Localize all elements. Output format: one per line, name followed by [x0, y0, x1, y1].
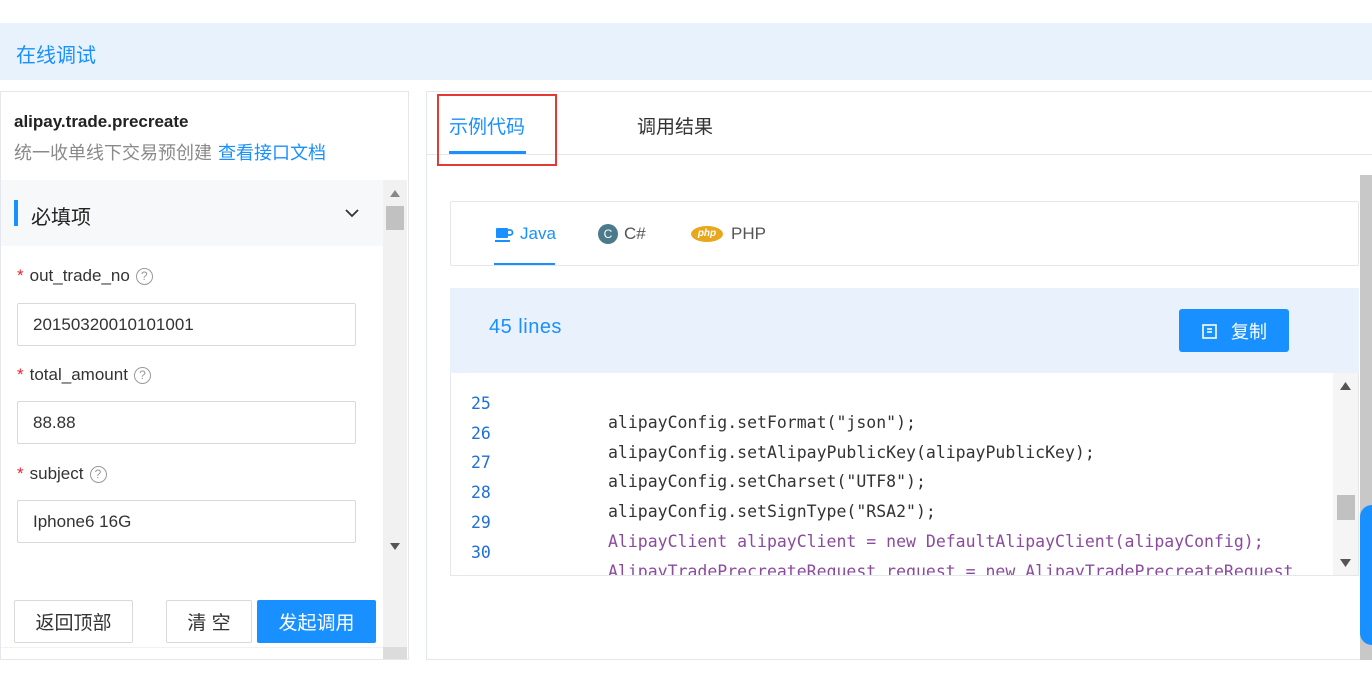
code-header: 45 lines 复制	[450, 288, 1359, 373]
code-line: 28 alipayConfig.setSignType("RSA2");	[451, 464, 936, 521]
code-line: 27 alipayConfig.setCharset("UTF8");	[451, 434, 926, 491]
scroll-up-arrow-icon[interactable]	[1340, 382, 1351, 390]
field-name: out_trade_no	[29, 266, 130, 285]
vertical-scroll-thumb[interactable]	[386, 206, 404, 230]
section-title: 必填项	[31, 207, 91, 229]
required-mark: *	[17, 464, 24, 483]
invoke-button[interactable]: 发起调用	[257, 600, 376, 643]
lang-label: PHP	[731, 224, 766, 243]
floating-side-button[interactable]	[1360, 505, 1372, 645]
code-text: AlipayClient alipayClient = new DefaultA…	[608, 532, 1264, 551]
page-title: 在线调试	[16, 45, 96, 67]
section-accent-bar	[14, 200, 18, 226]
code-text: alipayConfig.setFormat("json");	[608, 413, 916, 432]
field-name: total_amount	[29, 365, 128, 384]
highlight-box	[437, 94, 557, 166]
result-panel: 示例代码 调用结果 Java C C# php PHP 45 lines 复制 …	[426, 91, 1372, 660]
code-text: alipayConfig.setCharset("UTF8");	[608, 472, 926, 491]
scroll-down-arrow-icon[interactable]	[390, 543, 400, 550]
code-text: alipayConfig.setSignType("RSA2");	[608, 502, 936, 521]
api-description: 统一收单线下交易预创建 查看接口文档	[14, 139, 326, 165]
api-name: alipay.trade.precreate	[14, 112, 189, 131]
subject-input[interactable]	[17, 500, 356, 543]
code-line: 29 AlipayClient alipayClient = new Defau…	[451, 494, 1264, 551]
required-mark: *	[17, 365, 24, 384]
code-text: AlipayTradePrecreateRequest request = ne…	[608, 562, 1294, 576]
lang-active-indicator	[494, 263, 555, 265]
help-icon[interactable]: ?	[135, 267, 153, 285]
vertical-scrollbar[interactable]	[383, 180, 407, 648]
api-doc-link[interactable]: 查看接口文档	[218, 143, 326, 163]
language-selector: Java C C# php PHP	[450, 201, 1359, 266]
tab-call-result[interactable]: 调用结果	[637, 112, 713, 139]
lang-tab-java[interactable]: Java	[494, 224, 556, 244]
clear-button[interactable]: 清 空	[166, 600, 252, 643]
help-icon[interactable]: ?	[89, 465, 107, 483]
required-mark: *	[17, 266, 24, 285]
horizontal-scrollbar[interactable]	[1, 647, 383, 648]
lang-tab-csharp[interactable]: C C#	[598, 224, 646, 244]
copy-icon	[1202, 323, 1217, 339]
api-description-text: 统一收单线下交易预创建	[14, 143, 212, 163]
back-to-top-button[interactable]: 返回顶部	[14, 600, 133, 643]
coffee-cup-icon	[495, 228, 514, 242]
code-scrollbar[interactable]	[1333, 373, 1358, 575]
scroll-up-arrow-icon[interactable]	[390, 190, 400, 197]
page: 在线调试 alipay.trade.precreate 统一收单线下交易预创建查…	[0, 0, 1372, 680]
field-name: subject	[29, 464, 84, 483]
lang-label: C#	[624, 224, 646, 243]
csharp-icon: C	[598, 224, 618, 244]
line-count: 45 lines	[489, 316, 562, 338]
scroll-corner	[383, 647, 407, 659]
code-line: ();	[451, 553, 530, 575]
help-icon[interactable]: ?	[133, 366, 151, 384]
out-trade-no-input[interactable]	[17, 303, 356, 346]
header-band: 在线调试	[0, 23, 1372, 80]
field-label-total-amount: * total_amount ?	[17, 365, 151, 385]
code-scroll-thumb[interactable]	[1337, 495, 1355, 520]
code-viewer[interactable]: 25 alipayConfig.setFormat("json"); 26 al…	[450, 373, 1359, 576]
tabs-divider	[427, 154, 1372, 155]
copy-button[interactable]: 复制	[1179, 309, 1289, 352]
field-label-out-trade-no: * out_trade_no ?	[17, 266, 153, 286]
params-panel: alipay.trade.precreate 统一收单线下交易预创建 查看接口文档…	[0, 91, 409, 660]
code-text: alipayConfig.setAlipayPublicKey(alipayPu…	[608, 443, 1095, 462]
total-amount-input[interactable]	[17, 401, 356, 444]
form-scroll-area: 必填项 * out_trade_no ? * total_amount ? * …	[1, 180, 383, 648]
code-line: 30 AlipayTradePrecreateRequest request =…	[451, 524, 1293, 575]
chevron-down-icon[interactable]	[343, 204, 361, 222]
code-line: 26 alipayConfig.setAlipayPublicKey(alipa…	[451, 405, 1095, 462]
php-icon: php	[691, 226, 723, 242]
copy-label: 复制	[1231, 321, 1267, 342]
lang-tab-php[interactable]: php PHP	[691, 224, 766, 244]
field-label-subject: * subject ?	[17, 464, 107, 484]
code-line: 25 alipayConfig.setFormat("json");	[451, 375, 916, 432]
scroll-down-arrow-icon[interactable]	[1340, 559, 1351, 567]
required-section-header[interactable]: 必填项	[1, 180, 383, 246]
lang-label: Java	[520, 224, 556, 243]
